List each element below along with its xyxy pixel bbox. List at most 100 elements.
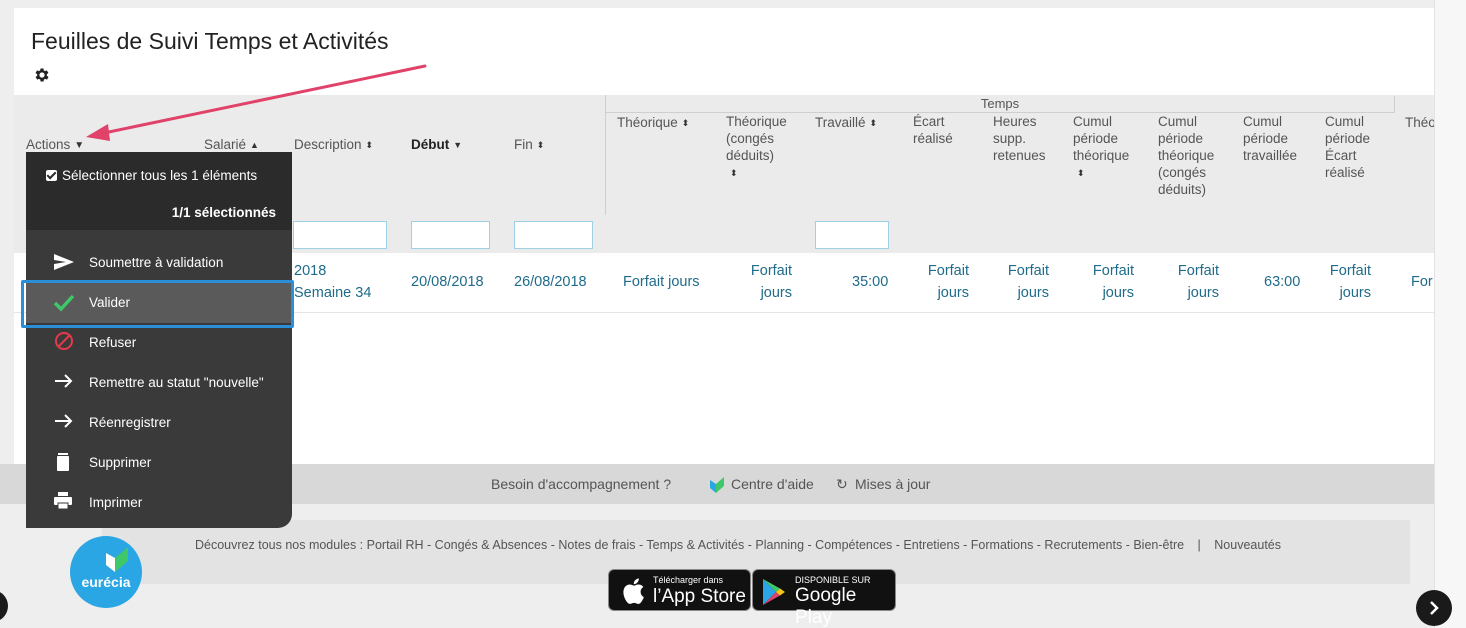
column-ecart-realise: Écart réalisé — [913, 113, 953, 147]
cell-travaille[interactable]: 35:00 — [852, 271, 888, 293]
column-description[interactable]: Description ⬍ — [294, 136, 373, 154]
filter-fin-input[interactable] — [514, 221, 593, 249]
cell-description[interactable]: 2018 Semaine 34 — [294, 260, 371, 304]
menu-item-delete[interactable]: Supprimer — [26, 443, 292, 483]
select-all-option[interactable]: Sélectionner tous les 1 éléments — [46, 168, 257, 183]
print-icon — [54, 492, 72, 510]
cell-cumul-ecart[interactable]: Forfait jours — [1313, 260, 1371, 304]
modules-line: Découvrez tous nos modules : Portail RH … — [195, 538, 1281, 552]
menu-item-submit[interactable]: Soumettre à validation — [26, 243, 292, 283]
cell-line: Forfait — [927, 263, 969, 279]
selected-count: 1/1 sélectionnés — [171, 205, 276, 220]
column-cumul-ecart: Cumul période Écart réalisé — [1325, 113, 1370, 181]
sort-icon: ⬍ — [681, 118, 690, 128]
leaf-icon — [710, 477, 724, 493]
cell-debut[interactable]: 20/08/2018 — [411, 271, 484, 293]
cell-line: Forfait — [1177, 263, 1219, 279]
news-link[interactable]: Nouveautés — [1214, 538, 1281, 552]
logo-leaf-icon — [106, 547, 128, 572]
filter-debut-input[interactable] — [411, 221, 490, 249]
menu-item-print[interactable]: Imprimer — [26, 483, 292, 523]
column-label-line: supp. — [993, 131, 1027, 146]
help-question: Besoin d'accompagnement ? — [491, 476, 672, 492]
cell-cumul-travaillee[interactable]: 63:00 — [1264, 271, 1300, 293]
column-theo-cut: Théo — [1405, 115, 1434, 130]
column-cumul-theorique-conges: Cumul période théorique (congés déduits) — [1158, 113, 1214, 198]
cell-heures-supp[interactable]: Forfait jours — [991, 260, 1049, 304]
updates-link[interactable]: Mises à jour — [855, 476, 930, 492]
header-divider — [605, 95, 606, 215]
sort-icon: ⬍ — [365, 140, 374, 150]
cell-theorique-conges[interactable]: Forfait jours — [734, 260, 792, 304]
column-label-line: Théorique — [726, 114, 787, 129]
cell-cumul-theorique-conges[interactable]: Forfait jours — [1161, 260, 1219, 304]
cell-line: jours — [1102, 285, 1134, 301]
column-label-line: (congés — [1158, 165, 1207, 180]
cell-line: jours — [1339, 285, 1371, 301]
menu-item-label: Refuser — [89, 335, 137, 350]
filter-travaille-input[interactable] — [815, 221, 889, 249]
cell-line: jours — [1017, 285, 1049, 301]
column-label-line: (congés — [726, 131, 775, 146]
modules-text[interactable]: Découvrez tous nos modules : Portail RH … — [195, 538, 1184, 552]
sort-desc-icon: ▼ — [453, 140, 463, 150]
cell-ecart-realise[interactable]: Forfait jours — [911, 260, 969, 304]
sort-icon: ⬍ — [536, 140, 545, 150]
cell-line: Forfait — [1329, 263, 1371, 279]
column-label-line: Écart — [913, 114, 945, 129]
cell-line: jours — [1187, 285, 1219, 301]
arrow-right-icon — [55, 374, 73, 388]
column-theorique[interactable]: Théorique ⬍ — [617, 114, 689, 132]
column-debut-label: Début — [411, 137, 450, 152]
menu-item-label: Soumettre à validation — [89, 255, 224, 270]
column-description-label: Description — [294, 137, 362, 152]
column-debut[interactable]: Début ▼ — [411, 136, 462, 154]
column-label-line: période — [1243, 131, 1289, 146]
column-label-line: période — [1158, 131, 1204, 146]
logo-text: eurécia — [81, 574, 131, 590]
column-label-line: Cumul — [1325, 114, 1365, 129]
cell-cut[interactable]: For — [1411, 271, 1433, 293]
scrollbar-track[interactable] — [1434, 0, 1466, 628]
cell-line: Semaine 34 — [294, 285, 372, 301]
google-play-big: Google Play — [795, 585, 857, 628]
cell-theorique[interactable]: Forfait jours — [623, 271, 700, 293]
google-play-icon — [763, 579, 785, 605]
select-all-label: Sélectionner tous les 1 éléments — [62, 168, 258, 183]
column-label-line: théorique — [1073, 148, 1130, 163]
arrow-right-icon — [55, 414, 73, 428]
column-travaille[interactable]: Travaillé ⬍ — [815, 114, 877, 132]
column-actions-label: Actions — [26, 137, 71, 152]
next-button[interactable] — [1416, 590, 1452, 626]
app-store-small: Télécharger dans — [653, 575, 724, 585]
column-salarie-label: Salarié — [204, 137, 247, 152]
menu-item-resave[interactable]: Réenregistrer — [26, 403, 292, 443]
column-label-line: réalisé — [1325, 165, 1365, 180]
cell-cumul-theorique[interactable]: Forfait jours — [1076, 260, 1134, 304]
temps-group-end — [1394, 96, 1395, 113]
cell-line: jours — [760, 285, 792, 301]
modules-separator: | — [1197, 538, 1201, 552]
checkbox-checked-icon[interactable] — [46, 170, 57, 181]
sort-icon: ⬍ — [869, 118, 878, 128]
help-center-link[interactable]: Centre d'aide — [731, 476, 814, 492]
highlight-box — [21, 280, 294, 328]
column-label-line: déduits) — [1158, 182, 1207, 197]
column-fin-label: Fin — [514, 137, 533, 152]
google-play-button[interactable]: DISPONIBLE SUR Google Play — [752, 569, 896, 628]
menu-item-label: Supprimer — [89, 455, 152, 470]
gear-icon[interactable] — [33, 66, 51, 84]
filter-description-input[interactable] — [293, 221, 387, 249]
app-store-button[interactable]: Télécharger dans l’App Store — [608, 569, 751, 611]
column-theorique-conges[interactable]: Théorique (congés déduits) ⬍ — [726, 113, 787, 182]
column-label-line: période — [1073, 131, 1119, 146]
column-cumul-theorique[interactable]: Cumul période théorique ⬍ — [1073, 113, 1129, 182]
menu-item-label: Réenregistrer — [89, 415, 171, 430]
column-label-line: Cumul — [1243, 114, 1283, 129]
column-travaille-label: Travaillé — [815, 115, 866, 130]
column-fin[interactable]: Fin ⬍ — [514, 136, 544, 154]
cell-fin[interactable]: 26/08/2018 — [514, 271, 587, 293]
menu-item-refuse[interactable]: Refuser — [26, 323, 292, 363]
column-label-line: Écart — [1325, 148, 1357, 163]
menu-item-reset-status[interactable]: Remettre au statut "nouvelle" — [26, 363, 292, 403]
